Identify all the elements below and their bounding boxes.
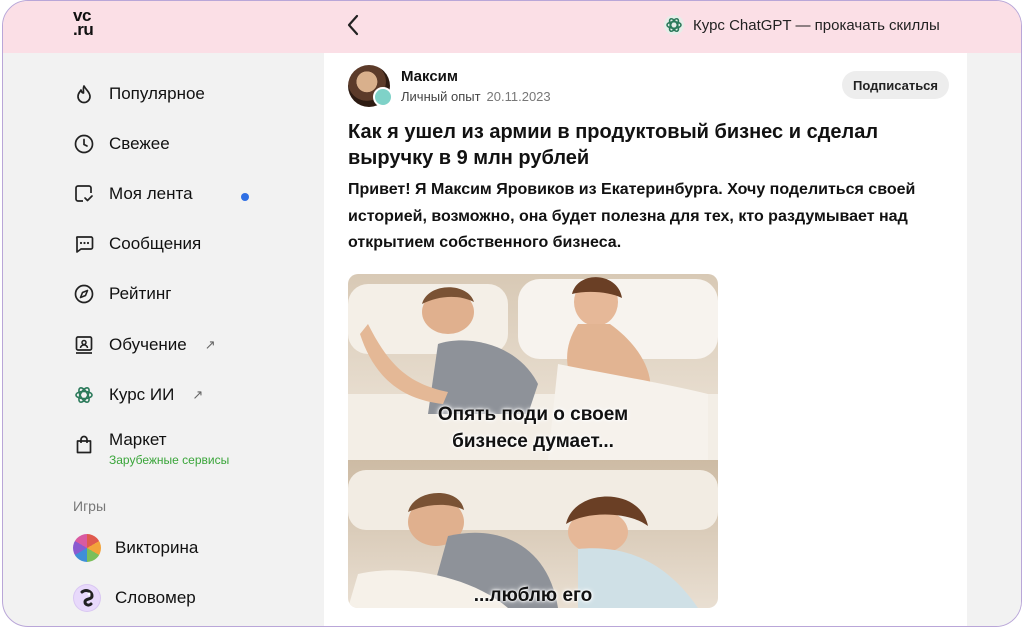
sidebar-item-label: Курс ИИ	[109, 385, 175, 404]
chevron-left-icon	[347, 14, 359, 36]
sidebar-item-market[interactable]: Маркет Зарубежные сервисы	[73, 430, 229, 467]
sidebar-item-learning[interactable]: Обучение ↗	[73, 334, 216, 356]
openai-icon	[73, 384, 95, 406]
post-card: Максим Личный опыт 20.11.2023 Подписаться…	[324, 53, 967, 626]
compass-icon	[73, 283, 95, 305]
sidebar-item-rating[interactable]: Рейтинг	[73, 283, 171, 305]
app-window: vc .ru Курс ChatGPT — прокачать скиллы П…	[2, 0, 1022, 627]
sidebar-item-label: Моя лента	[109, 184, 193, 203]
pie-wheel-icon	[73, 534, 101, 562]
chat-icon	[73, 233, 95, 255]
meme-caption-top: Опять поди о своем бизнесе думает...	[437, 404, 629, 452]
promo-text: Курс ChatGPT — прокачать скиллы	[693, 16, 940, 34]
meme-caption-bottom: ...люблю его	[473, 585, 593, 606]
author-badge-icon	[373, 87, 393, 107]
clock-icon	[73, 133, 95, 155]
post-date: 20.11.2023	[486, 89, 551, 104]
post-category[interactable]: Личный опыт	[401, 89, 481, 104]
meme-image[interactable]: Опять поди о своем бизнесе думает... ...…	[348, 274, 718, 608]
sidebar-item-label: Свежее	[109, 134, 170, 153]
slovomer-icon	[73, 584, 101, 612]
top-bar: vc .ru Курс ChatGPT — прокачать скиллы	[3, 1, 1021, 53]
feed-check-icon	[73, 183, 95, 205]
sidebar-item-fresh[interactable]: Свежее	[73, 133, 170, 155]
back-button[interactable]	[341, 11, 365, 39]
games-section-label: Игры	[73, 498, 107, 514]
openai-icon	[664, 15, 684, 35]
sidebar-item-label: Рейтинг	[109, 284, 172, 303]
sidebar-item-label: Викторина	[115, 538, 199, 557]
shopping-bag-icon	[73, 434, 95, 456]
sidebar-item-quiz[interactable]: Викторина	[73, 534, 198, 562]
author-name[interactable]: Максим	[401, 68, 458, 85]
sidebar-item-label: Сообщения	[109, 234, 202, 253]
post-lead: Привет! Я Максим Яровиков из Екатеринбур…	[348, 181, 916, 251]
sidebar-item-label: Популярное	[109, 84, 205, 103]
flame-icon	[73, 83, 95, 105]
promo-link[interactable]: Курс ChatGPT — прокачать скиллы	[663, 14, 940, 36]
market-sublabel: Зарубежные сервисы	[109, 453, 230, 467]
right-gutter	[967, 53, 1021, 626]
sidebar-item-label: Обучение	[109, 335, 187, 354]
sidebar-item-popular[interactable]: Популярное	[73, 83, 205, 105]
sidebar-item-ai-course[interactable]: Курс ИИ ↗	[73, 384, 203, 406]
unread-dot	[241, 193, 249, 201]
presentation-icon	[73, 334, 95, 356]
sidebar-item-label: Словомер	[115, 588, 196, 607]
sidebar-item-feed[interactable]: Моя лента	[73, 183, 193, 205]
external-link-icon: ↗	[192, 387, 204, 402]
post-title[interactable]: Как я ушел из армии в продуктовый бизнес…	[348, 119, 948, 171]
sidebar-item-messages[interactable]: Сообщения	[73, 233, 201, 255]
external-link-icon: ↗	[204, 337, 216, 352]
sidebar-item-label: Маркет	[109, 430, 167, 449]
logo-bottom: .ru	[73, 20, 94, 39]
post-meta: Личный опыт 20.11.2023	[401, 89, 551, 104]
sidebar: Популярное Свежее Моя лента Сообщения Ре…	[3, 53, 323, 626]
subscribe-button[interactable]: Подписаться	[842, 71, 950, 99]
vc-logo[interactable]: vc .ru	[73, 7, 107, 39]
sidebar-item-slovomer[interactable]: Словомер	[73, 584, 196, 612]
